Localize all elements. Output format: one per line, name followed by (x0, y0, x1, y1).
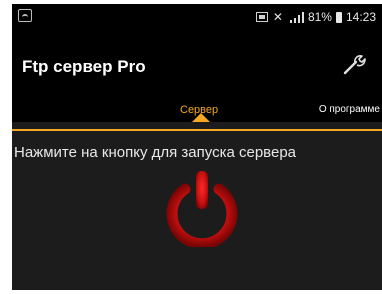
sd-card-icon (255, 12, 268, 22)
app-title: Ftp сервер Pro (22, 57, 146, 76)
battery-icon (335, 11, 342, 23)
notification-icon (18, 9, 32, 22)
tab-about[interactable]: О программе (319, 104, 380, 115)
status-icons: ✕ 81% 14:23 (255, 10, 376, 24)
signal-icon (288, 11, 304, 23)
power-icon (166, 171, 238, 247)
wrench-icon[interactable] (342, 52, 366, 76)
app-bar: Ftp сервер Pro (12, 30, 382, 88)
start-hint: Нажмите на кнопку для запуска сервера (14, 144, 296, 161)
power-button[interactable] (160, 169, 244, 247)
status-bar: ✕ 81% 14:23 (12, 4, 382, 30)
tab-underline (12, 129, 382, 131)
battery-percent: 81% (307, 10, 332, 24)
active-tab-indicator (192, 113, 210, 122)
tab-bar: Сервер О программе (12, 88, 382, 122)
clock: 14:23 (345, 10, 376, 24)
mute-icon: ✕ (272, 10, 283, 24)
app-screen: ✕ 81% 14:23 Ftp сервер Pro Сервер О прог… (12, 4, 382, 290)
